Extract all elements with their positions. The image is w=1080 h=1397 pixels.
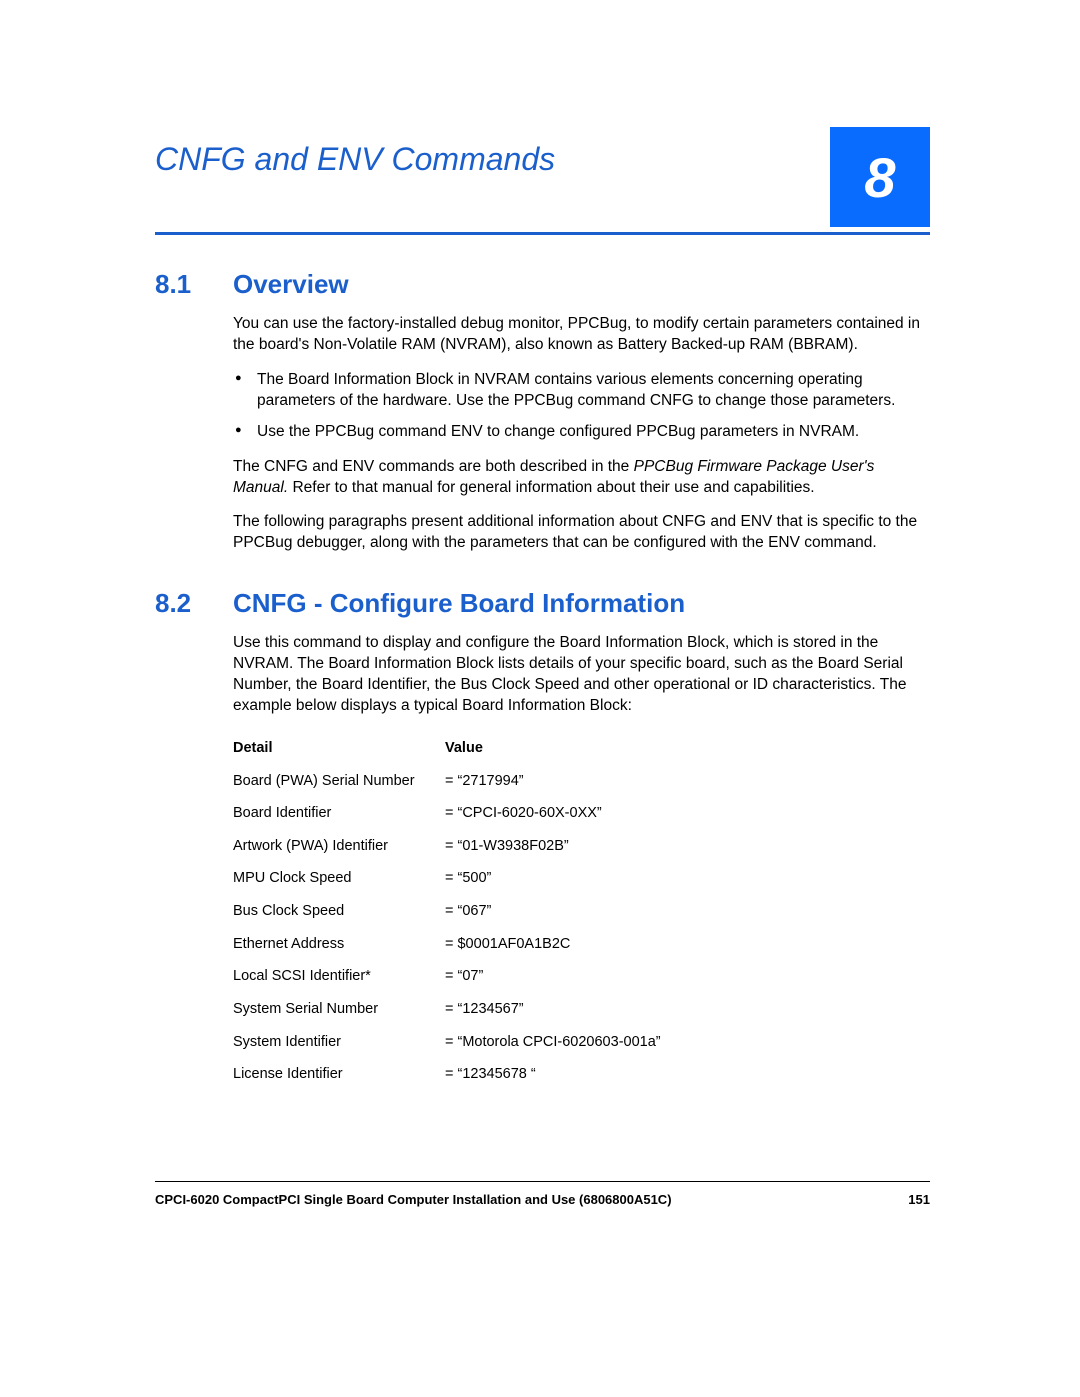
table-cell-detail: System Serial Number	[233, 997, 433, 1022]
section-body: You can use the factory-installed debug …	[233, 314, 930, 554]
table-cell-detail: System Identifier	[233, 1030, 433, 1055]
page-footer: CPCI-6020 CompactPCI Single Board Comput…	[155, 1181, 930, 1207]
table-row: System Identifier = “Motorola CPCI-602060…	[233, 1026, 930, 1059]
paragraph: Use this command to display and configur…	[233, 633, 930, 717]
table-cell-value: = “01-W3938F02B”	[445, 834, 930, 859]
footer-page-number: 151	[908, 1192, 930, 1207]
table-cell-detail: Ethernet Address	[233, 932, 433, 957]
table-cell-value: = “12345678 “	[445, 1062, 930, 1087]
text-run: The CNFG and ENV commands are both descr…	[233, 458, 634, 475]
table-row: Artwork (PWA) Identifier = “01-W3938F02B”	[233, 830, 930, 863]
section-number: 8.1	[155, 269, 205, 300]
list-item: Use the PPCBug command ENV to change con…	[233, 422, 930, 443]
table-cell-detail: Board (PWA) Serial Number	[233, 769, 433, 794]
table-cell-value: = “1234567”	[445, 997, 930, 1022]
section-title: CNFG - Configure Board Information	[233, 588, 685, 619]
table-cell-value: = “07”	[445, 964, 930, 989]
chapter-title: CNFG and ENV Commands	[155, 135, 930, 175]
section-number: 8.2	[155, 588, 205, 619]
chapter-header: CNFG and ENV Commands 8	[155, 135, 930, 235]
list-item: The Board Information Block in NVRAM con…	[233, 370, 930, 412]
table-cell-detail: Board Identifier	[233, 801, 433, 826]
bullet-list: The Board Information Block in NVRAM con…	[233, 370, 930, 443]
table-row: Local SCSI Identifier* = “07”	[233, 960, 930, 993]
table-row: Board Identifier = “CPCI-6020-60X-0XX”	[233, 797, 930, 830]
table-row: Board (PWA) Serial Number = “2717994”	[233, 765, 930, 798]
table-row: System Serial Number = “1234567”	[233, 993, 930, 1026]
chapter-number-badge: 8	[830, 127, 930, 227]
table-cell-value: = “CPCI-6020-60X-0XX”	[445, 801, 930, 826]
table-row: License Identifier = “12345678 “	[233, 1058, 930, 1091]
table-cell-value: = “2717994”	[445, 769, 930, 794]
table-row: MPU Clock Speed = “500”	[233, 862, 930, 895]
text-run: Refer to that manual for general informa…	[288, 479, 814, 496]
section-cnfg: 8.2 CNFG - Configure Board Information U…	[155, 588, 930, 1091]
table-cell-detail: Bus Clock Speed	[233, 899, 433, 924]
section-heading: 8.2 CNFG - Configure Board Information	[155, 588, 930, 619]
table-cell-detail: License Identifier	[233, 1062, 433, 1087]
table-row: Ethernet Address = $0001AF0A1B2C	[233, 928, 930, 961]
board-info-table: Detail Value Board (PWA) Serial Number = …	[233, 735, 930, 1091]
section-heading: 8.1 Overview	[155, 269, 930, 300]
table-cell-detail: Artwork (PWA) Identifier	[233, 834, 433, 859]
table-cell-value: = “067”	[445, 899, 930, 924]
table-row: Bus Clock Speed = “067”	[233, 895, 930, 928]
table-cell-detail: MPU Clock Speed	[233, 866, 433, 891]
section-overview: 8.1 Overview You can use the factory-ins…	[155, 269, 930, 554]
section-body: Use this command to display and configur…	[233, 633, 930, 1091]
table-cell-value: = “Motorola CPCI-6020603-001a”	[445, 1030, 930, 1055]
table-cell-detail: Local SCSI Identifier*	[233, 964, 433, 989]
page-content: CNFG and ENV Commands 8 8.1 Overview You…	[155, 135, 930, 1397]
table-cell-value: = $0001AF0A1B2C	[445, 932, 930, 957]
footer-doc-title: CPCI-6020 CompactPCI Single Board Comput…	[155, 1192, 672, 1207]
table-header-detail: Detail	[233, 739, 433, 759]
table-header-value: Value	[445, 739, 930, 759]
paragraph: You can use the factory-installed debug …	[233, 314, 930, 356]
section-title: Overview	[233, 269, 349, 300]
table-body: Board (PWA) Serial Number= “2717994”Boar…	[233, 765, 930, 1091]
table-cell-value: = “500”	[445, 866, 930, 891]
paragraph: The CNFG and ENV commands are both descr…	[233, 457, 930, 499]
table-header-row: Detail Value	[233, 735, 930, 763]
paragraph: The following paragraphs present additio…	[233, 512, 930, 554]
